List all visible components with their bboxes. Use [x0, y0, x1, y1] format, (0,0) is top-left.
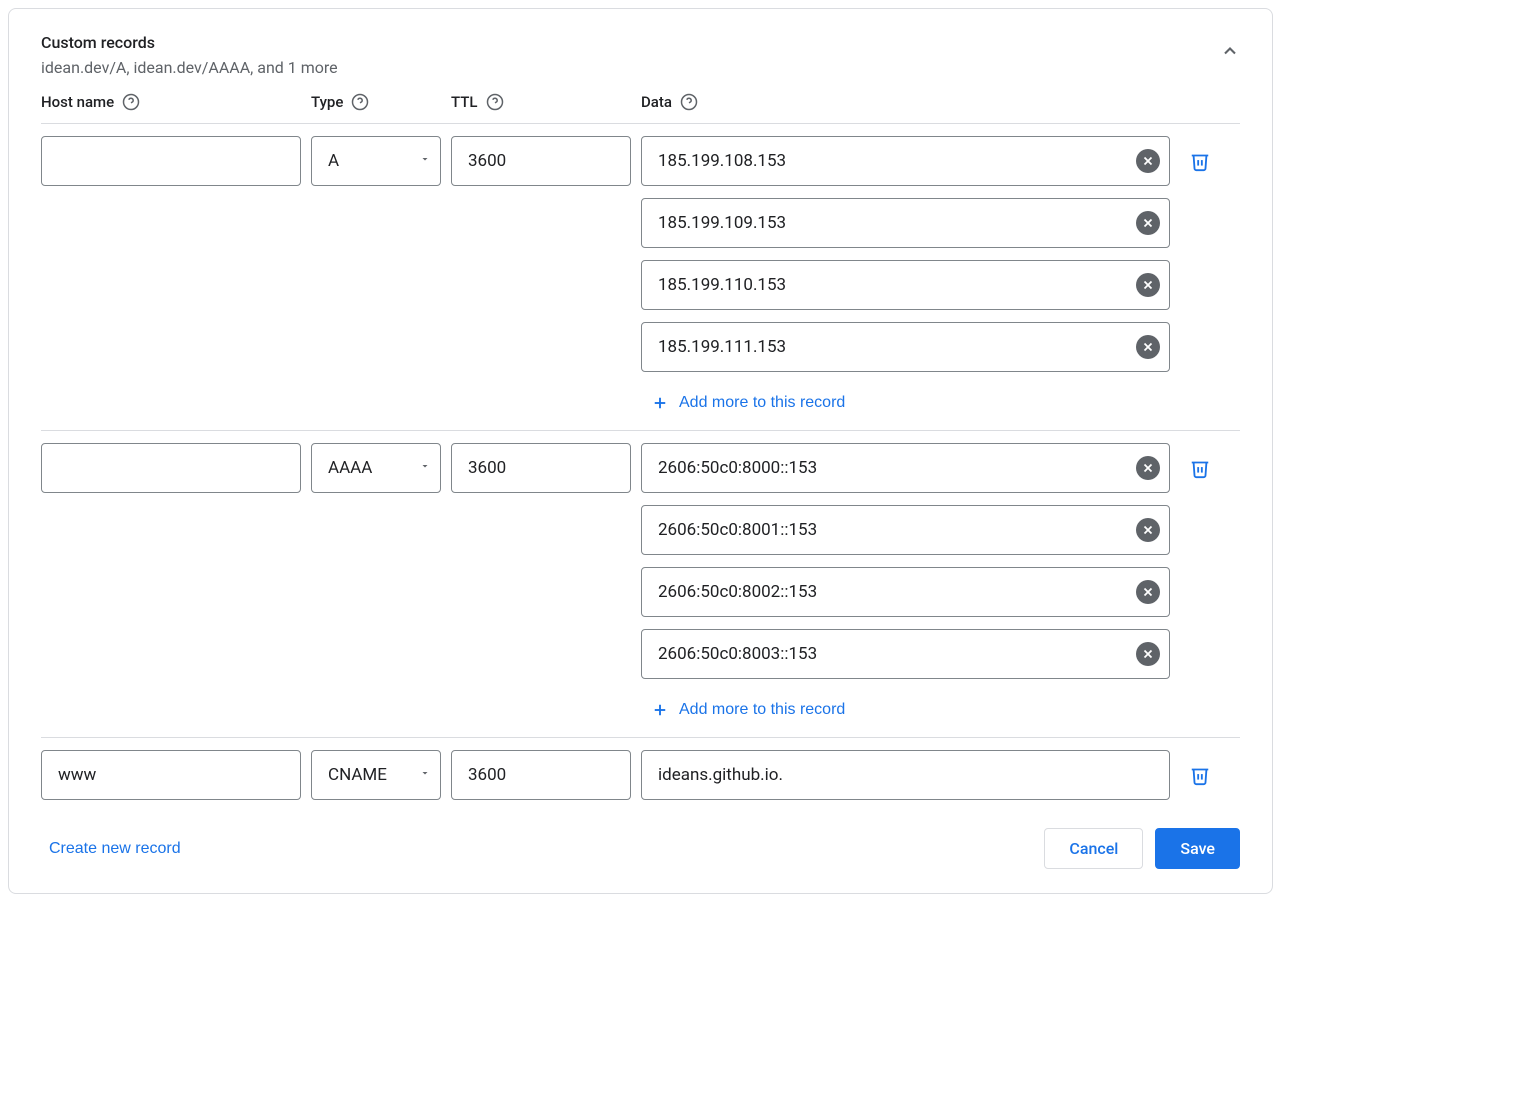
ttl-input[interactable]: [451, 136, 631, 186]
save-button[interactable]: Save: [1155, 828, 1240, 869]
data-input[interactable]: [641, 198, 1170, 248]
cancel-button[interactable]: Cancel: [1044, 828, 1143, 869]
table-header: Host name Type TTL Data: [41, 93, 1240, 124]
close-icon: [1141, 523, 1155, 537]
help-icon[interactable]: [122, 93, 140, 111]
clear-data-button[interactable]: [1136, 211, 1160, 235]
record-row: Add more to this record: [41, 124, 1240, 430]
plus-icon: [651, 394, 669, 412]
hostname-input[interactable]: [41, 443, 301, 493]
delete-record-button[interactable]: [1180, 750, 1220, 800]
ttl-input[interactable]: [451, 443, 631, 493]
hostname-input[interactable]: [41, 750, 301, 800]
help-icon[interactable]: [486, 93, 504, 111]
delete-record-button[interactable]: [1180, 443, 1220, 493]
clear-data-button[interactable]: [1136, 335, 1160, 359]
add-more-button[interactable]: Add more to this record: [651, 695, 845, 725]
clear-data-button[interactable]: [1136, 149, 1160, 173]
panel-footer: Create new record Cancel Save: [9, 812, 1272, 893]
close-icon: [1141, 647, 1155, 661]
record-row: Add more to this record: [41, 430, 1240, 737]
data-input[interactable]: [641, 443, 1170, 493]
footer-actions: Cancel Save: [1044, 828, 1240, 869]
data-input[interactable]: [641, 322, 1170, 372]
hostname-input[interactable]: [41, 136, 301, 186]
records-container: Add more to this record Add more to this …: [9, 124, 1272, 812]
close-icon: [1141, 585, 1155, 599]
collapse-button[interactable]: [1212, 33, 1248, 69]
data-input[interactable]: [641, 260, 1170, 310]
close-icon: [1141, 216, 1155, 230]
chevron-up-icon: [1220, 41, 1240, 61]
type-select[interactable]: [311, 443, 441, 493]
ttl-input[interactable]: [451, 750, 631, 800]
col-header-data: Data: [641, 93, 1170, 111]
clear-data-button[interactable]: [1136, 580, 1160, 604]
trash-icon: [1189, 764, 1211, 786]
clear-data-button[interactable]: [1136, 456, 1160, 480]
close-icon: [1141, 278, 1155, 292]
col-type-label: Type: [311, 93, 343, 111]
help-icon[interactable]: [680, 93, 698, 111]
record-row: [41, 737, 1240, 812]
clear-data-button[interactable]: [1136, 518, 1160, 542]
help-icon[interactable]: [351, 93, 369, 111]
clear-data-button[interactable]: [1136, 273, 1160, 297]
col-header-type: Type: [311, 93, 441, 111]
trash-icon: [1189, 150, 1211, 172]
add-more-button[interactable]: Add more to this record: [651, 388, 845, 418]
type-select[interactable]: [311, 136, 441, 186]
custom-records-panel: Custom records idean.dev/A, idean.dev/AA…: [8, 8, 1273, 894]
data-input[interactable]: [641, 750, 1170, 800]
data-input[interactable]: [641, 505, 1170, 555]
trash-icon: [1189, 457, 1211, 479]
type-select[interactable]: [311, 750, 441, 800]
data-column: Add more to this record: [641, 136, 1170, 418]
col-header-hostname: Host name: [41, 93, 301, 111]
delete-record-button[interactable]: [1180, 136, 1220, 186]
panel-title: Custom records: [41, 33, 338, 52]
col-hostname-label: Host name: [41, 93, 114, 111]
create-new-record-button[interactable]: Create new record: [49, 840, 181, 858]
panel-subtitle: idean.dev/A, idean.dev/AAAA, and 1 more: [41, 58, 338, 77]
data-input[interactable]: [641, 629, 1170, 679]
data-column: [641, 750, 1170, 800]
panel-header: Custom records idean.dev/A, idean.dev/AA…: [9, 9, 1272, 93]
plus-icon: [651, 701, 669, 719]
col-data-label: Data: [641, 93, 672, 111]
data-input[interactable]: [641, 136, 1170, 186]
header-text: Custom records idean.dev/A, idean.dev/AA…: [41, 33, 338, 77]
close-icon: [1141, 340, 1155, 354]
data-column: Add more to this record: [641, 443, 1170, 725]
col-header-ttl: TTL: [451, 93, 631, 111]
clear-data-button[interactable]: [1136, 642, 1160, 666]
close-icon: [1141, 461, 1155, 475]
close-icon: [1141, 154, 1155, 168]
col-ttl-label: TTL: [451, 93, 478, 111]
data-input[interactable]: [641, 567, 1170, 617]
